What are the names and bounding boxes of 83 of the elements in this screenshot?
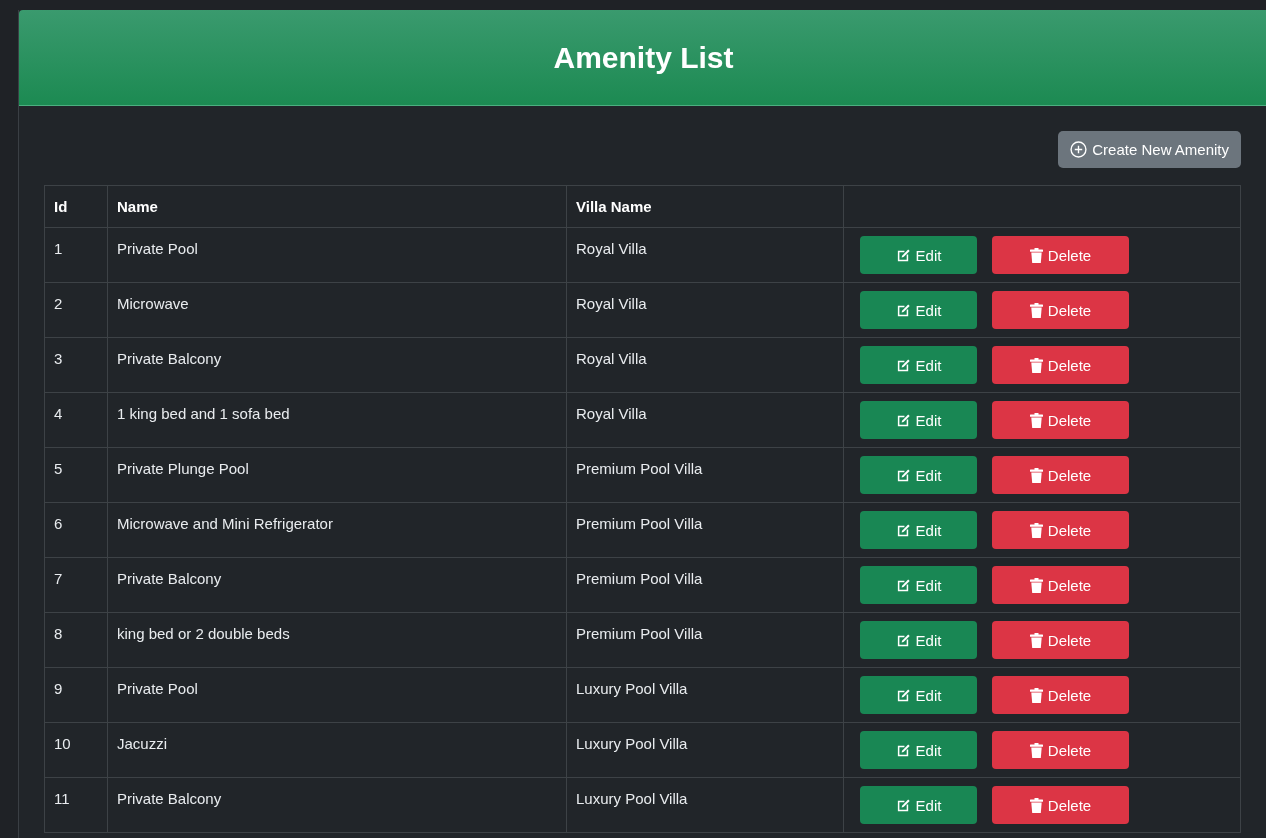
id-cell: 6: [44, 502, 108, 558]
edit-icon: [895, 797, 911, 813]
name-cell: Private Balcony: [107, 337, 567, 393]
name-cell: 1 king bed and 1 sofa bed: [107, 392, 567, 448]
edit-button[interactable]: Edit: [860, 621, 977, 659]
edit-button[interactable]: Edit: [860, 456, 977, 494]
villa-name-cell: Royal Villa: [566, 392, 844, 448]
villa-name-cell: Royal Villa: [566, 282, 844, 338]
villa-name-cell: Premium Pool Villa: [566, 612, 844, 668]
id-cell: 5: [44, 447, 108, 503]
edit-button[interactable]: Edit: [860, 236, 977, 274]
edit-icon: [895, 412, 911, 428]
column-header: Villa Name: [566, 185, 844, 228]
id-cell: 2: [44, 282, 108, 338]
name-cell: Microwave and Mini Refrigerator: [107, 502, 567, 558]
name-cell: Private Balcony: [107, 777, 567, 833]
edit-button[interactable]: Edit: [860, 676, 977, 714]
trash-icon: [1029, 522, 1043, 538]
trash-icon: [1029, 797, 1043, 813]
id-cell: 9: [44, 667, 108, 723]
delete-button[interactable]: Delete: [992, 511, 1129, 549]
id-cell: 7: [44, 557, 108, 613]
trash-icon: [1029, 687, 1043, 703]
id-cell: 3: [44, 337, 108, 393]
delete-button[interactable]: Delete: [992, 346, 1129, 384]
name-cell: Microwave: [107, 282, 567, 338]
plus-circle-icon: [1070, 141, 1088, 158]
name-cell: Private Plunge Pool: [107, 447, 567, 503]
name-cell: king bed or 2 double beds: [107, 612, 567, 668]
trash-icon: [1029, 247, 1043, 263]
villa-name-cell: Luxury Pool Villa: [566, 777, 844, 833]
trash-icon: [1029, 357, 1043, 373]
trash-icon: [1029, 742, 1043, 758]
villa-name-cell: Royal Villa: [566, 227, 844, 283]
edit-icon: [895, 467, 911, 483]
id-cell: 11: [44, 777, 108, 833]
id-cell: 8: [44, 612, 108, 668]
delete-button[interactable]: Delete: [992, 786, 1129, 824]
villa-name-cell: Royal Villa: [566, 337, 844, 393]
edit-button[interactable]: Edit: [860, 731, 977, 769]
edit-button[interactable]: Edit: [860, 786, 977, 824]
id-cell: 10: [44, 722, 108, 778]
edit-icon: [895, 687, 911, 703]
trash-icon: [1029, 577, 1043, 593]
trash-icon: [1029, 302, 1043, 318]
villa-name-cell: Luxury Pool Villa: [566, 722, 844, 778]
name-cell: Private Pool: [107, 667, 567, 723]
edit-icon: [895, 302, 911, 318]
edit-icon: [895, 742, 911, 758]
edit-button[interactable]: Edit: [860, 511, 977, 549]
delete-button[interactable]: Delete: [992, 456, 1129, 494]
edit-button[interactable]: Edit: [860, 346, 977, 384]
villa-name-cell: Premium Pool Villa: [566, 447, 844, 503]
edit-button[interactable]: Edit: [860, 291, 977, 329]
page-title: Amenity List: [553, 40, 735, 75]
delete-button[interactable]: Delete: [992, 291, 1129, 329]
edit-button[interactable]: Edit: [860, 401, 977, 439]
trash-icon: [1029, 412, 1043, 428]
villa-name-cell: Luxury Pool Villa: [566, 667, 844, 723]
edit-icon: [895, 522, 911, 538]
trash-icon: [1029, 467, 1043, 483]
villa-name-cell: Premium Pool Villa: [566, 502, 844, 558]
edit-icon: [895, 577, 911, 593]
name-cell: Private Pool: [107, 227, 567, 283]
edit-icon: [895, 357, 911, 373]
trash-icon: [1029, 632, 1043, 648]
edit-icon: [895, 632, 911, 648]
edit-button[interactable]: Edit: [860, 566, 977, 604]
delete-button[interactable]: Delete: [992, 621, 1129, 659]
name-cell: Private Balcony: [107, 557, 567, 613]
id-cell: 1: [44, 227, 108, 283]
delete-button[interactable]: Delete: [992, 731, 1129, 769]
delete-button[interactable]: Delete: [992, 676, 1129, 714]
delete-button[interactable]: Delete: [992, 401, 1129, 439]
column-header: Name: [107, 185, 567, 228]
villa-name-cell: Premium Pool Villa: [566, 557, 844, 613]
name-cell: Jacuzzi: [107, 722, 567, 778]
column-header: Id: [44, 185, 108, 228]
delete-button[interactable]: Delete: [992, 566, 1129, 604]
edit-icon: [895, 247, 911, 263]
id-cell: 4: [44, 392, 108, 448]
delete-button[interactable]: Delete: [992, 236, 1129, 274]
create-button[interactable]: Create New Amenity: [1058, 131, 1241, 168]
